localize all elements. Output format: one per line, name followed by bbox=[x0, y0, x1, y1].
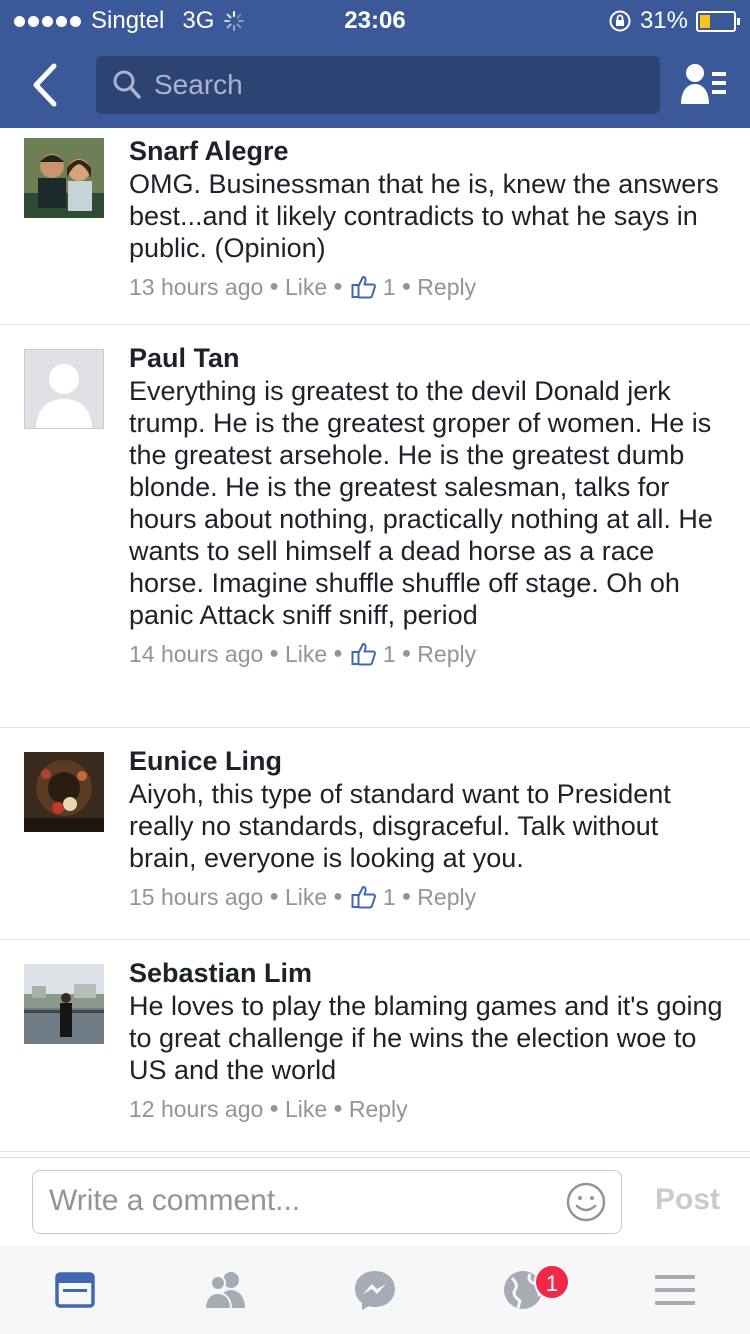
reply-button[interactable]: Reply bbox=[417, 270, 476, 304]
menu-icon[interactable] bbox=[650, 1268, 700, 1312]
search-input[interactable]: Search bbox=[96, 56, 660, 114]
comment-placeholder: Write a comment... bbox=[49, 1184, 301, 1217]
avatar[interactable] bbox=[24, 349, 104, 429]
comment: Paul Tan Everything is greatest to the d… bbox=[0, 325, 750, 728]
separator-dot: ● bbox=[401, 645, 412, 662]
default-avatar-icon bbox=[24, 349, 104, 429]
nav-bar: Search bbox=[0, 50, 750, 120]
back-chevron-icon[interactable] bbox=[22, 60, 68, 110]
news-feed-icon[interactable] bbox=[50, 1268, 100, 1312]
comment-author[interactable]: Paul Tan bbox=[129, 341, 730, 375]
separator-dot: ● bbox=[333, 278, 343, 295]
comment-time: 14 hours ago bbox=[129, 641, 264, 667]
avatar-photo bbox=[24, 138, 104, 218]
comments-list: Snarf Alegre OMG. Businessman that he is… bbox=[0, 128, 750, 1152]
comment-text: OMG. Businessman that he is, knew the an… bbox=[129, 169, 719, 263]
like-button[interactable]: Like bbox=[285, 637, 327, 671]
like-button[interactable]: Like bbox=[285, 880, 327, 914]
comment-text: He loves to play the blaming games and i… bbox=[129, 991, 723, 1085]
comment: Eunice Ling Aiyoh, this type of standard… bbox=[0, 728, 750, 940]
search-icon bbox=[113, 70, 141, 99]
status-right: 31% bbox=[608, 7, 740, 35]
comment-time: 13 hours ago bbox=[129, 274, 264, 300]
separator-dot: ● bbox=[269, 1100, 279, 1117]
smiley-icon[interactable] bbox=[565, 1181, 607, 1223]
like-thumb-icon bbox=[351, 886, 376, 909]
comment: Sebastian Lim He loves to play the blami… bbox=[0, 940, 750, 1152]
like-button[interactable]: Like bbox=[285, 270, 327, 304]
comment-text: Aiyoh, this type of standard want to Pre… bbox=[129, 779, 671, 873]
avatar[interactable] bbox=[24, 964, 104, 1044]
notifications-tab[interactable]: 1 bbox=[500, 1264, 570, 1312]
search-placeholder: Search bbox=[154, 69, 243, 100]
separator-dot: ● bbox=[333, 888, 343, 905]
separator-dot: ● bbox=[333, 1100, 343, 1117]
comment-time: 15 hours ago bbox=[129, 884, 264, 910]
status-bar: Singtel 3G 23:06 31% bbox=[0, 0, 750, 40]
like-count: 1 bbox=[382, 641, 396, 667]
separator-dot: ● bbox=[401, 278, 412, 295]
avatar[interactable] bbox=[24, 752, 104, 832]
comment-meta: 12 hours ago ● Like ● Reply bbox=[129, 1092, 730, 1126]
battery-percent: 31% bbox=[639, 7, 688, 34]
comment-author[interactable]: Snarf Alegre bbox=[129, 134, 730, 168]
rotation-lock-icon bbox=[609, 10, 631, 32]
comment-author[interactable]: Sebastian Lim bbox=[129, 956, 730, 990]
like-button[interactable]: Like bbox=[285, 1092, 327, 1126]
like-thumb-icon bbox=[351, 276, 376, 299]
comment-text: Everything is greatest to the devil Dona… bbox=[129, 376, 713, 630]
comment-meta: 15 hours ago ● Like ● 1 ● Reply bbox=[129, 880, 730, 914]
separator-dot: ● bbox=[269, 278, 279, 295]
friends-icon[interactable] bbox=[200, 1268, 250, 1312]
post-button[interactable]: Post bbox=[655, 1183, 720, 1217]
comment-meta: 13 hours ago ● Like ● 1 ● Reply bbox=[129, 270, 730, 304]
like-thumb-icon bbox=[351, 643, 376, 666]
tab-bar: 1 bbox=[0, 1246, 750, 1334]
reply-button[interactable]: Reply bbox=[417, 880, 476, 914]
separator-dot: ● bbox=[333, 645, 343, 662]
like-count: 1 bbox=[382, 274, 396, 300]
reply-button[interactable]: Reply bbox=[349, 1092, 408, 1126]
notification-badge: 1 bbox=[534, 1264, 570, 1300]
avatar-photo bbox=[24, 752, 104, 832]
messenger-icon[interactable] bbox=[350, 1268, 400, 1312]
avatar-photo bbox=[24, 964, 104, 1044]
comment-author[interactable]: Eunice Ling bbox=[129, 744, 730, 778]
reply-button[interactable]: Reply bbox=[417, 637, 476, 671]
like-count: 1 bbox=[382, 884, 396, 910]
comment-time: 12 hours ago bbox=[129, 1096, 264, 1122]
friend-requests-icon[interactable] bbox=[680, 62, 728, 106]
comment-meta: 14 hours ago ● Like ● 1 ● Reply bbox=[129, 637, 730, 671]
comment-composer: Write a comment... Post bbox=[0, 1157, 750, 1247]
comment-input[interactable]: Write a comment... bbox=[32, 1170, 622, 1234]
separator-dot: ● bbox=[269, 888, 279, 905]
header: Singtel 3G 23:06 31% Search bbox=[0, 0, 750, 128]
separator-dot: ● bbox=[401, 888, 412, 905]
battery-icon bbox=[696, 10, 740, 32]
separator-dot: ● bbox=[269, 645, 279, 662]
avatar[interactable] bbox=[24, 138, 104, 218]
comment: Snarf Alegre OMG. Businessman that he is… bbox=[0, 128, 750, 325]
